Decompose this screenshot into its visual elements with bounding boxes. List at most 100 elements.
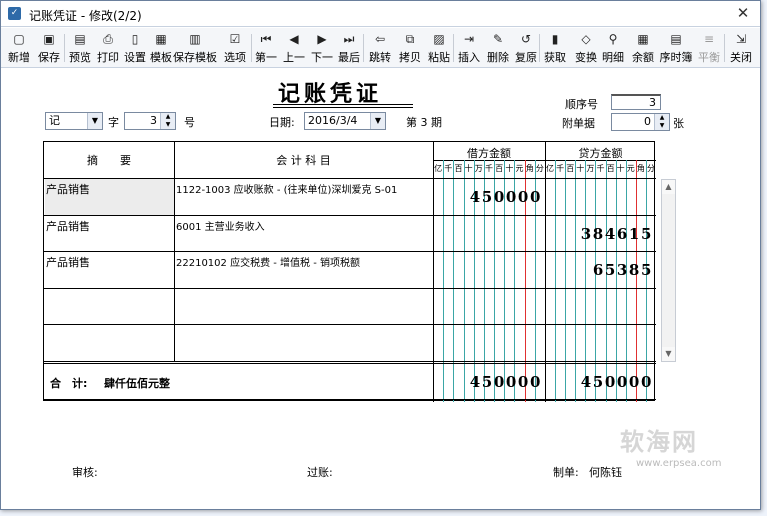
toolbar-button-22[interactable]: ▤ 序时簿	[659, 30, 693, 66]
summary-cell[interactable]: 产品销售	[46, 254, 172, 270]
summary-header: 摘 要	[87, 154, 131, 167]
credit-amount[interactable]: 384615	[581, 225, 653, 243]
summary-cell[interactable]: 产品销售	[46, 181, 172, 197]
debit-amount[interactable]: 450000	[470, 188, 542, 206]
toolbar-button-5[interactable]: ▦ 模板	[148, 30, 174, 66]
toolbar-button-23[interactable]: ≡ 平衡	[696, 30, 722, 66]
toolbar-button-12[interactable]: ⇦ 跳转	[367, 30, 393, 66]
toolbar-button-7[interactable]: ☑ 选项	[220, 30, 250, 66]
credit-amount[interactable]: 65385	[593, 261, 653, 279]
hao-label: 号	[184, 116, 195, 129]
spinner-icon[interactable]: ▲ ▼	[654, 114, 669, 130]
toolbar-separator	[363, 34, 364, 62]
toolbar-button-label: 关闭	[730, 51, 752, 64]
account-cell[interactable]: 22210102 应交税费 - 增值税 - 销项税额	[176, 254, 431, 269]
toolbar-button-label: 选项	[224, 51, 246, 64]
digit-line	[595, 160, 597, 402]
date-picker[interactable]: 2016/3/4 ▼	[304, 112, 386, 130]
digit-header: 百	[566, 164, 575, 173]
digit-header: 百	[454, 164, 463, 173]
digit-header: 亿	[434, 164, 443, 173]
digit-header: 千	[556, 164, 565, 173]
digit-header: 十	[464, 164, 473, 173]
toolbar-button-6[interactable]: ▥ 保存模板	[172, 30, 218, 66]
toolbar-button-15[interactable]: ⇥ 插入	[456, 30, 482, 66]
spinner-icon[interactable]: ▲ ▼	[160, 113, 175, 129]
toolbar-button-13[interactable]: ⧉ 拷贝	[397, 30, 423, 66]
digit-line	[585, 160, 587, 402]
fetch-icon: ▮	[551, 32, 559, 46]
scroll-down-icon[interactable]: ▼	[662, 347, 675, 361]
template-icon: ▦	[155, 32, 167, 46]
next-icon: ▶	[317, 32, 327, 46]
digit-header: 亿	[546, 164, 555, 173]
attach-input[interactable]: 0 ▲ ▼	[611, 113, 670, 131]
detail-icon: ⚲	[608, 32, 618, 46]
voucher-word-select[interactable]: 记 ▼	[45, 112, 103, 130]
toolbar-button-3[interactable]: ⎙ 打印	[95, 30, 121, 66]
preview-icon: ▤	[74, 32, 86, 46]
toolbar-button-label: 模板	[150, 51, 172, 64]
toolbar-button-20[interactable]: ⚲ 明细	[600, 30, 626, 66]
toolbar-button-17[interactable]: ↺ 复原	[511, 30, 541, 66]
toolbar-button-label: 设置	[124, 51, 146, 64]
close-icon[interactable]: ✕	[734, 4, 752, 22]
chevron-down-icon[interactable]: ▼	[87, 113, 102, 129]
toolbar-button-2[interactable]: ▤ 预览	[67, 30, 93, 66]
toolbar-button-18[interactable]: ▮ 获取	[542, 30, 568, 66]
toolbar-button-label: 插入	[458, 51, 480, 64]
voucher-window: ✓ 记账凭证 - 修改(2/2) ✕ ▢ 新增 ▣ 保存 ▤ 预览 ⎙ 打印 ▯ 设置 ▦ 模板 ▥ 保存…	[0, 0, 761, 510]
transform-icon: ◇	[581, 32, 591, 46]
paste-icon: ▨	[433, 32, 445, 46]
title-underline-2	[273, 107, 413, 108]
voucher-number-input[interactable]: 3 ▲ ▼	[124, 112, 176, 130]
toolbar-button-11[interactable]: ⏭ 最后	[336, 30, 362, 66]
chevron-down-icon[interactable]: ▼	[370, 113, 385, 129]
account-cell[interactable]: 6001 主营业务收入	[176, 218, 431, 233]
total-words: 肆仟伍佰元整	[104, 376, 170, 390]
digit-line	[645, 160, 647, 402]
digit-header: 千	[444, 164, 453, 173]
date-label: 日期:	[269, 116, 295, 129]
toolbar-button-1[interactable]: ▣ 保存	[36, 30, 62, 66]
restore-icon: ↺	[520, 32, 532, 46]
toolbar-button-label: 跳转	[369, 51, 391, 64]
scroll-up-icon[interactable]: ▲	[662, 180, 675, 194]
toolbar-button-10[interactable]: ▶ 下一	[309, 30, 335, 66]
digit-header: 百	[606, 164, 615, 173]
voucher-word-value: 记	[49, 114, 60, 127]
digit-line	[565, 160, 567, 402]
attach-value: 0	[644, 115, 651, 128]
toolbar-separator	[251, 34, 252, 62]
insert-icon: ⇥	[463, 32, 475, 46]
toolbar-button-8[interactable]: ⏮ 第一	[253, 30, 279, 66]
toolbar-button-24[interactable]: ⇲ 关闭	[726, 30, 756, 66]
toolbar-button-label: 下一	[311, 51, 333, 64]
grid-scrollbar[interactable]: ▲ ▼	[661, 179, 676, 362]
toolbar-button-16[interactable]: ✎ 删除	[485, 30, 511, 66]
print-icon: ⎙	[103, 32, 113, 46]
toolbar-button-label: 预览	[69, 51, 91, 64]
toolbar-button-14[interactable]: ▨ 粘贴	[424, 30, 454, 66]
toolbar-button-label: 拷贝	[399, 51, 421, 64]
row-divider	[44, 251, 656, 252]
account-header: 会 计 科 目	[276, 154, 331, 167]
title-bar: ✓ 记账凭证 - 修改(2/2) ✕	[1, 1, 760, 27]
period-label: 第 3 期	[406, 116, 442, 129]
attach-label: 附单据	[562, 117, 595, 130]
digit-header: 十	[616, 164, 625, 173]
toolbar-button-9[interactable]: ◀ 上一	[281, 30, 307, 66]
digit-header: 角	[636, 164, 645, 173]
account-cell[interactable]: 1122-1003 应收账款 - (往来单位)深圳爱克 S-01	[176, 181, 431, 196]
seq-input[interactable]: 3	[611, 94, 661, 110]
title-underline	[273, 104, 413, 105]
summary-cell[interactable]: 产品销售	[46, 218, 172, 234]
digit-line	[635, 160, 637, 402]
toolbar-button-label: 序时簿	[659, 51, 693, 64]
toolbar-button-19[interactable]: ◇ 变换	[573, 30, 599, 66]
toolbar-button-21[interactable]: ▦ 余额	[628, 30, 658, 66]
toolbar-button-0[interactable]: ▢ 新增	[6, 30, 32, 66]
toolbar-button-4[interactable]: ▯ 设置	[122, 30, 148, 66]
digit-header: 万	[474, 164, 483, 173]
toolbar-button-label: 上一	[283, 51, 305, 64]
